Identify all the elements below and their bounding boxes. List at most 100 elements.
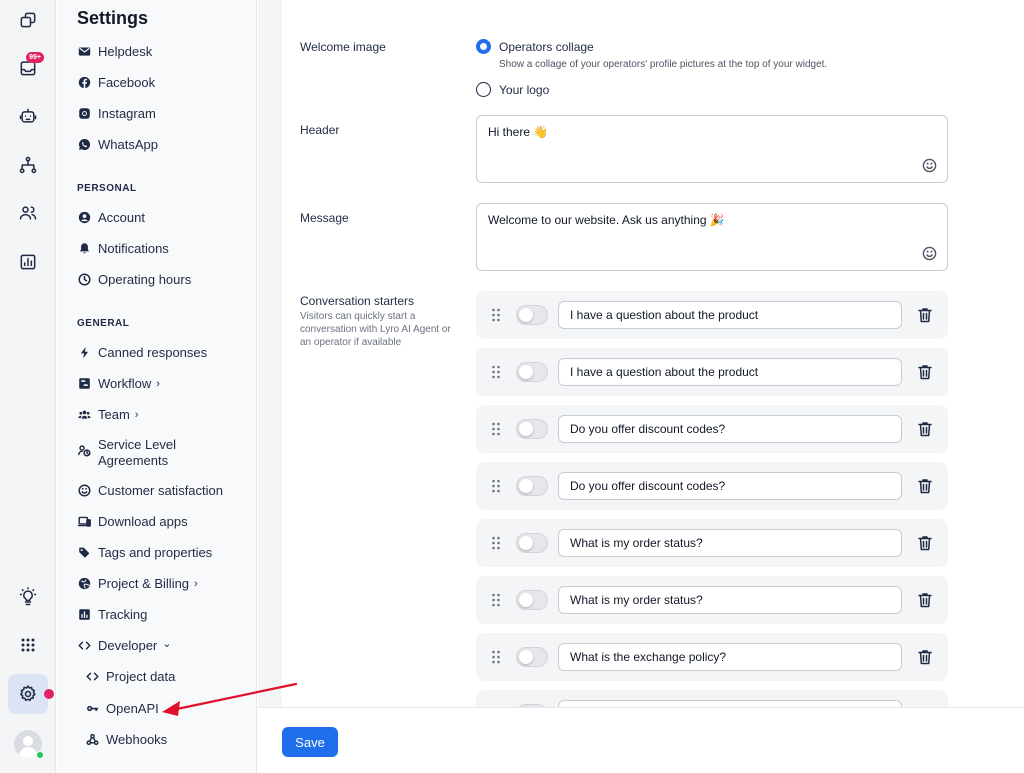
starter-input[interactable]: Do you offer discount codes? <box>558 415 902 443</box>
rail-bot-button[interactable] <box>8 96 48 136</box>
trash-icon <box>918 650 932 665</box>
header-input[interactable]: Hi there 👋 <box>476 115 948 183</box>
starter-row <box>476 690 948 707</box>
sidebar-item-project-billing[interactable]: Project & Billing › <box>77 576 198 591</box>
rail-layers-button[interactable] <box>8 0 48 40</box>
starter-input[interactable]: What is my order status? <box>558 529 902 557</box>
save-bar: Save <box>258 707 1024 773</box>
starter-input[interactable]: Do you offer discount codes? <box>558 472 902 500</box>
sidebar-item-facebook[interactable]: Facebook <box>77 75 155 90</box>
starter-row: I have a question about the product <box>476 348 948 396</box>
drag-handle-icon[interactable] <box>491 365 501 379</box>
delete-starter-button[interactable] <box>918 535 932 551</box>
emoji-picker-button[interactable] <box>922 158 937 173</box>
rail-flows-button[interactable] <box>8 145 48 185</box>
page-title: Settings <box>77 8 149 28</box>
delete-starter-button[interactable] <box>918 478 932 494</box>
sidebar-item-developer[interactable]: Developer ⌄ <box>77 638 171 653</box>
sidebar-item-workflow[interactable]: Workflow › <box>77 376 160 391</box>
sidebar-item-tags-properties[interactable]: Tags and properties <box>77 545 212 560</box>
radio-operators-collage[interactable] <box>476 39 491 54</box>
delete-starter-button[interactable] <box>918 592 932 608</box>
radio-your-logo[interactable] <box>476 82 491 97</box>
drag-handle-icon[interactable] <box>491 536 501 550</box>
rail-inbox-button[interactable]: 99+ <box>8 48 48 88</box>
starter-toggle[interactable] <box>516 533 548 553</box>
rail-settings-button[interactable] <box>8 674 48 714</box>
conversation-starters-label: Conversation starters <box>300 294 415 308</box>
save-button[interactable]: Save <box>282 727 338 757</box>
layers-icon <box>20 12 36 28</box>
delete-starter-button[interactable] <box>918 364 932 380</box>
settings-notification-dot <box>44 689 54 699</box>
rail-ideas-button[interactable] <box>8 577 48 617</box>
trash-icon <box>918 365 932 380</box>
rail-apps-button[interactable] <box>8 625 48 665</box>
header-label: Header <box>300 123 340 137</box>
sidebar-item-sla[interactable]: Service Level Agreements <box>77 437 176 469</box>
starter-input[interactable]: What is my order status? <box>558 586 902 614</box>
sidebar-item-tracking[interactable]: Tracking <box>77 607 147 622</box>
sidebar-item-canned-responses[interactable]: Canned responses <box>77 345 207 360</box>
drag-handle-icon[interactable] <box>491 422 501 436</box>
drag-handle-icon[interactable] <box>491 650 501 664</box>
smile-icon <box>77 484 91 498</box>
chevron-down-icon: ⌄ <box>162 637 172 650</box>
starter-toggle[interactable] <box>516 305 548 325</box>
starter-row: I have a question about the product <box>476 291 948 339</box>
delete-starter-button[interactable] <box>918 649 932 665</box>
code-icon <box>77 639 91 653</box>
workflow-icon <box>77 377 91 391</box>
user-icon <box>77 211 91 225</box>
bolt-icon <box>77 346 91 360</box>
message-input[interactable]: Welcome to our website. Ask us anything … <box>476 203 948 271</box>
drag-handle-icon[interactable] <box>491 308 501 322</box>
sidebar-item-account[interactable]: Account <box>77 210 145 225</box>
apps-grid-icon <box>21 638 35 652</box>
starter-input[interactable]: I have a question about the product <box>558 301 902 329</box>
starter-row: What is my order status? <box>476 519 948 567</box>
sidebar-item-download-apps[interactable]: Download apps <box>77 514 188 529</box>
starter-toggle[interactable] <box>516 476 548 496</box>
sla-icon <box>77 443 91 457</box>
radio-operators-collage-label[interactable]: Operators collage <box>499 40 594 54</box>
sidebar-item-webhooks[interactable]: Webhooks <box>85 732 167 747</box>
emoji-picker-button[interactable] <box>922 246 937 261</box>
chevron-right-icon: › <box>134 408 139 421</box>
delete-starter-button[interactable] <box>918 421 932 437</box>
radio-your-logo-label[interactable]: Your logo <box>499 83 549 97</box>
code-icon <box>85 670 99 684</box>
lightbulb-icon <box>19 587 37 606</box>
clock-icon <box>77 273 91 287</box>
delete-starter-button[interactable] <box>918 307 932 323</box>
drag-handle-icon[interactable] <box>491 479 501 493</box>
sidebar-item-helpdesk[interactable]: Helpdesk <box>77 44 152 59</box>
starter-toggle[interactable] <box>516 419 548 439</box>
header-input-value: Hi there 👋 <box>488 125 549 139</box>
sidebar-item-project-data[interactable]: Project data <box>85 669 175 684</box>
sidebar-item-instagram[interactable]: Instagram <box>77 106 156 121</box>
users-icon <box>19 206 37 220</box>
sidebar-item-team[interactable]: Team › <box>77 407 138 422</box>
starter-toggle[interactable] <box>516 362 548 382</box>
starter-input[interactable]: I have a question about the product <box>558 358 902 386</box>
key-icon <box>85 702 99 716</box>
starter-input[interactable] <box>558 700 902 707</box>
sidebar-item-whatsapp[interactable]: WhatsApp <box>77 137 158 152</box>
drag-handle-icon[interactable] <box>491 593 501 607</box>
sidebar-item-operating-hours[interactable]: Operating hours <box>77 272 191 287</box>
sidebar-item-notifications[interactable]: Notifications <box>77 241 169 256</box>
analytics-icon <box>20 254 36 270</box>
starter-input[interactable]: What is the exchange policy? <box>558 643 902 671</box>
starter-toggle[interactable] <box>516 590 548 610</box>
radio-operators-collage-help: Show a collage of your operators' profil… <box>499 59 828 70</box>
sidebar-item-customer-satisfaction[interactable]: Customer satisfaction <box>77 483 223 498</box>
settings-sidebar: Settings Helpdesk Facebook Instagram Wha… <box>57 0 257 773</box>
chevron-right-icon: › <box>156 377 160 390</box>
rail-customers-button[interactable] <box>8 193 48 233</box>
sidebar-item-openapi[interactable]: OpenAPI <box>85 701 159 716</box>
main-content: Welcome image Operators collage Show a c… <box>258 0 1024 773</box>
rail-analytics-button[interactable] <box>8 242 48 282</box>
starter-toggle[interactable] <box>516 647 548 667</box>
devices-icon <box>77 515 91 529</box>
